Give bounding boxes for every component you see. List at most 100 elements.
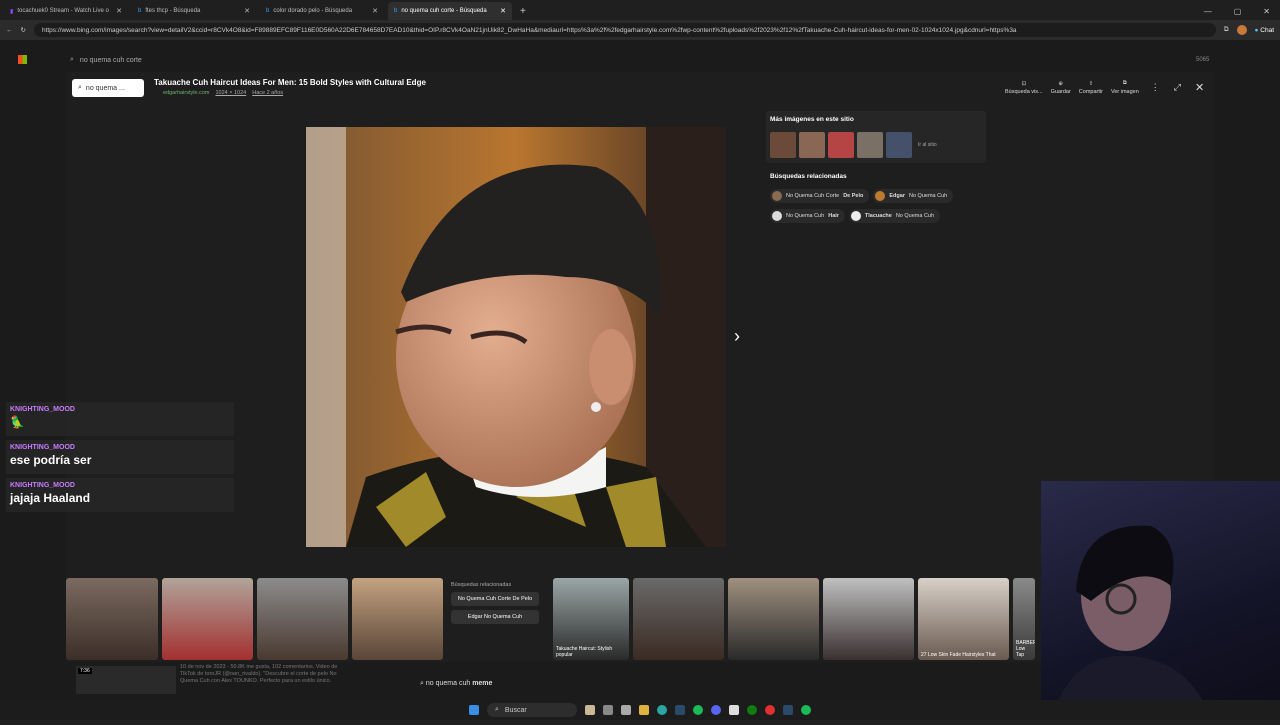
chip-thumb: [772, 211, 782, 221]
chat-text: ese podría ser: [10, 453, 92, 467]
close-icon[interactable]: ✕: [1195, 81, 1204, 94]
related-chip[interactable]: No Quema Cuh Hair: [770, 209, 845, 223]
close-icon[interactable]: ✕: [372, 7, 378, 15]
expand-icon[interactable]: ⤢: [1174, 82, 1181, 93]
thumbnail-strip: Búsquedas relacionadas No Quema Cuh Cort…: [66, 578, 1041, 662]
steam-icon[interactable]: [783, 705, 793, 715]
chat-username: KNIGHTING_MOOD: [10, 482, 75, 489]
search-icon: ⌕: [70, 56, 74, 63]
discord-icon[interactable]: [711, 705, 721, 715]
extensions-icon[interactable]: ⧉: [1224, 26, 1229, 34]
chat-message: KNIGHTING_MOOD jajaja Haaland: [6, 478, 234, 512]
save-icon: ⊕: [1058, 80, 1063, 87]
bing-icon: b: [394, 8, 398, 14]
store-icon[interactable]: [621, 705, 631, 715]
close-icon[interactable]: ✕: [116, 7, 122, 15]
file-explorer-icon[interactable]: [639, 705, 649, 715]
site-thumb[interactable]: [857, 132, 883, 158]
source-link[interactable]: edgarhairstyle.com: [163, 90, 209, 96]
save-button[interactable]: ⊕ Guardar: [1051, 81, 1071, 95]
chat-text: jajaja Haaland: [10, 491, 91, 505]
close-icon[interactable]: ✕: [244, 7, 250, 15]
tab-color[interactable]: b color dorado pelo - Búsqueda ✕: [260, 2, 384, 20]
thumb[interactable]: 27 Low Skin Fade Hairstyles That: [918, 578, 1009, 660]
thumb[interactable]: [162, 578, 253, 660]
share-button[interactable]: ⇪ Compartir: [1079, 81, 1103, 95]
tab-twitch[interactable]: ▮ tocachuek0 Stream - Watch Live o ✕: [4, 2, 128, 20]
start-icon[interactable]: [469, 705, 479, 715]
site-thumb[interactable]: [799, 132, 825, 158]
related-searches-heading: Búsquedas relacionadas: [770, 173, 847, 180]
visual-search-button[interactable]: ⊡ Búsqueda vis...: [1005, 81, 1043, 95]
thumb[interactable]: Takuache Haircut: Stylish popular: [553, 578, 629, 660]
related-chips-row: No Quema Cuh Corte De Pelo Edgar No Quem…: [770, 189, 954, 203]
search-icon: ⌕: [420, 680, 424, 687]
app-icon[interactable]: [729, 705, 739, 715]
spotify-icon[interactable]: [801, 705, 811, 715]
spotify-icon[interactable]: [693, 705, 703, 715]
tab-ftes[interactable]: b ftes thcp - Búsqueda ✕: [132, 2, 256, 20]
widgets-icon[interactable]: [585, 705, 595, 715]
url-field[interactable]: https://www.bing.com/images/search?view=…: [33, 23, 1216, 37]
reload-icon[interactable]: ↻: [21, 26, 26, 34]
related-label: Búsquedas relacionadas: [451, 582, 512, 588]
close-window-icon[interactable]: ✕: [1263, 7, 1270, 16]
window-controls: — ▢ ✕: [1204, 7, 1280, 20]
more-from-site-heading: Más imágenes en este sitio: [770, 116, 854, 123]
modal-toolbar: ⊡ Búsqueda vis... ⊕ Guardar ⇪ Compartir ⧉ Ve…: [1005, 80, 1204, 95]
thumb[interactable]: [633, 578, 724, 660]
close-icon[interactable]: ✕: [500, 7, 506, 15]
view-image-button[interactable]: ⧉ Ver imagen: [1111, 80, 1139, 95]
thumb[interactable]: [728, 578, 819, 660]
thumb[interactable]: [66, 578, 158, 660]
related-chip[interactable]: No Quema Cuh Corte De Pelo: [770, 189, 870, 203]
xbox-icon[interactable]: [747, 705, 757, 715]
back-icon[interactable]: ←: [6, 27, 13, 34]
image-size[interactable]: 1024 × 1024: [215, 90, 246, 96]
thumb[interactable]: [823, 578, 914, 660]
image-age[interactable]: Hace 2 años: [252, 90, 283, 96]
apps-grid-icon[interactable]: [18, 55, 27, 64]
webcam-overlay: [1041, 481, 1280, 720]
suggested-search[interactable]: ⌕ no quema cuh meme: [420, 680, 492, 688]
app-icon[interactable]: [765, 705, 775, 715]
more-options-icon[interactable]: ⋮: [1151, 82, 1160, 93]
profile-avatar[interactable]: [1236, 25, 1247, 35]
bing-icon: b: [138, 8, 142, 14]
next-image-arrow[interactable]: ›: [734, 326, 740, 347]
site-thumb[interactable]: [770, 132, 796, 158]
go-to-site-link[interactable]: Ir al sitio: [918, 142, 937, 148]
site-thumb[interactable]: [886, 132, 912, 158]
twitch-icon: ▮: [10, 8, 14, 15]
chip-thumb: [875, 191, 886, 201]
related-button[interactable]: Edgar No Quema Cuh: [451, 610, 539, 624]
related-chip[interactable]: Edgar No Quema Cuh: [873, 189, 954, 203]
site-thumb[interactable]: [828, 132, 854, 158]
related-chip[interactable]: Tlacuache No Quema Cuh: [848, 209, 941, 223]
edge-icon[interactable]: [657, 705, 667, 715]
image-title[interactable]: Takuache Cuh Haircut Ideas For Men: 15 B…: [154, 78, 426, 87]
copilot-chat-button[interactable]: ● Chat: [1255, 27, 1274, 34]
streamer-webcam: [1051, 525, 1211, 720]
new-tab-button[interactable]: +: [520, 6, 526, 17]
tab-bar: ▮ tocachuek0 Stream - Watch Live o ✕ b ftes…: [0, 0, 1280, 20]
steam-icon[interactable]: [675, 705, 685, 715]
image-meta: edgarhairstyle.com 1024 × 1024 Hace 2 añ…: [163, 90, 283, 96]
bing-search-box[interactable]: ⌕ no quema cuh corte: [70, 52, 450, 68]
taskbar-search[interactable]: ⌕ Buscar: [487, 703, 577, 717]
modal-search-input[interactable]: ⌕ no quema ...: [72, 79, 144, 97]
thumb[interactable]: [257, 578, 348, 660]
task-view-icon[interactable]: [603, 705, 613, 715]
maximize-icon[interactable]: ▢: [1234, 7, 1242, 16]
video-duration: 7:36: [78, 668, 92, 674]
thumb[interactable]: [352, 578, 443, 660]
video-result-thumb[interactable]: 7:36: [76, 666, 176, 694]
windows-taskbar: ⌕ Buscar: [0, 700, 1280, 720]
rewards-points[interactable]: 5065: [1196, 57, 1209, 63]
thumb[interactable]: BARBER Low Tap: [1013, 578, 1035, 660]
related-button[interactable]: No Quema Cuh Corte De Pelo: [451, 592, 539, 606]
haircut-photo: [306, 127, 726, 547]
tab-no-quema[interactable]: b no quema cuh corte - Búsqueda ✕: [388, 2, 512, 20]
main-image[interactable]: [306, 127, 726, 547]
minimize-icon[interactable]: —: [1204, 7, 1212, 16]
